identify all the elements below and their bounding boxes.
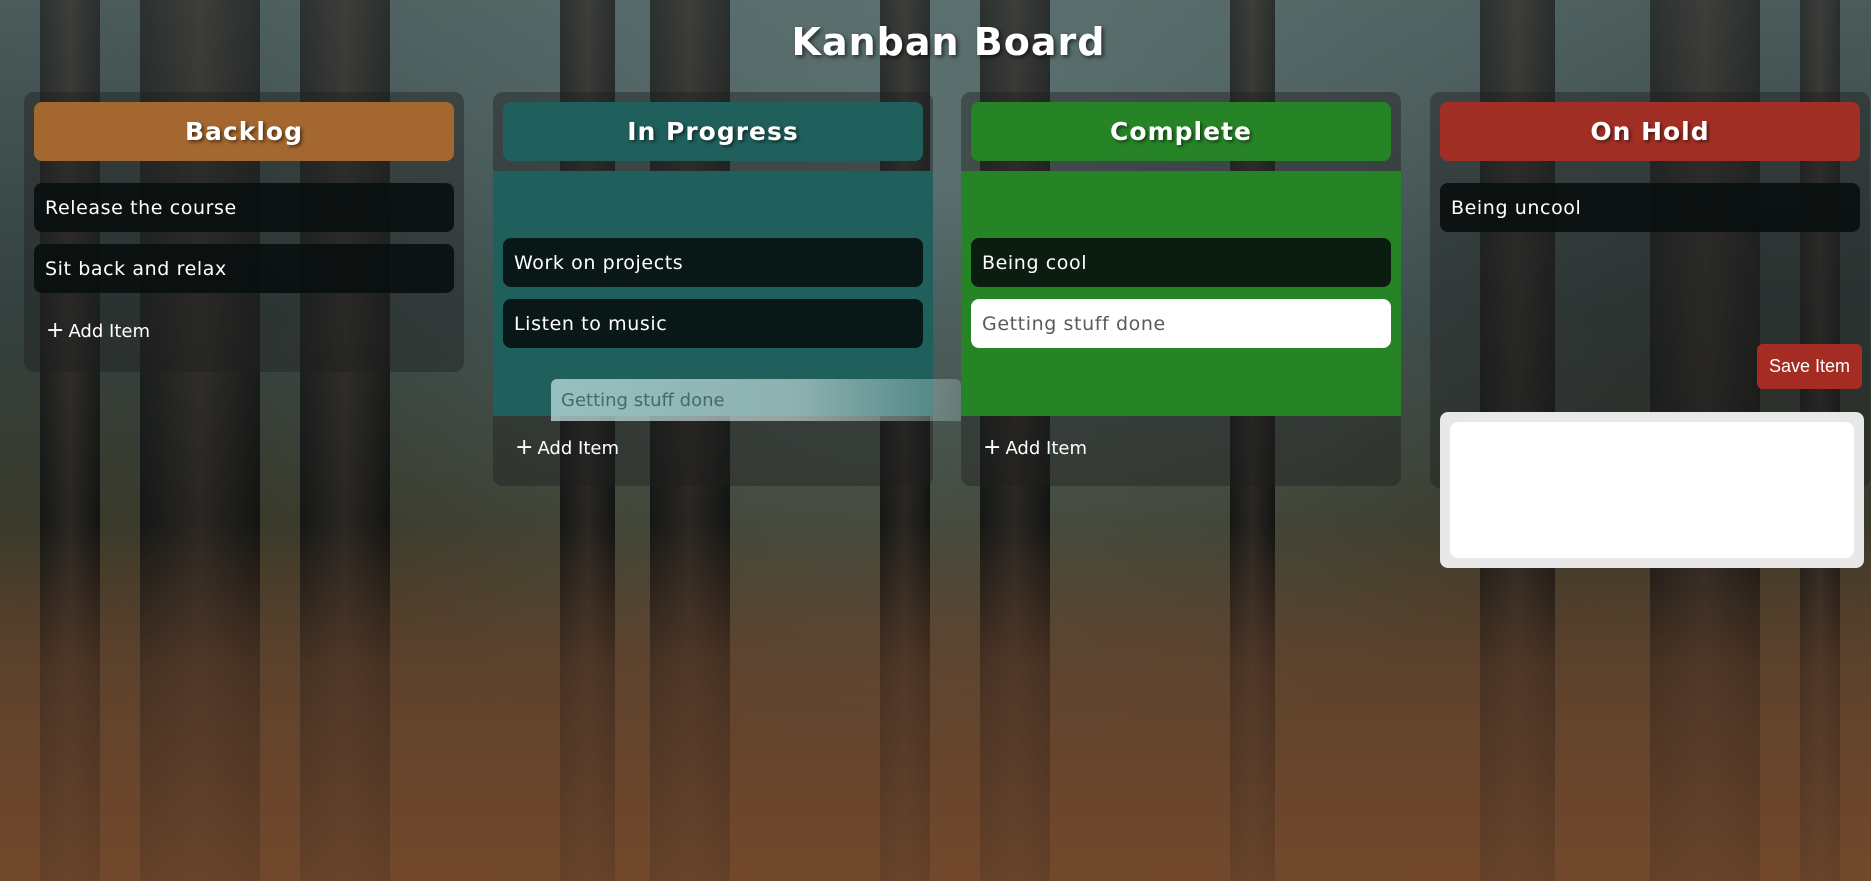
list-item[interactable]: Being uncool bbox=[1440, 183, 1860, 232]
plus-icon: + bbox=[983, 435, 1002, 460]
plus-icon: + bbox=[515, 435, 534, 460]
column-list-on-hold: Being uncool bbox=[1430, 171, 1870, 232]
list-item[interactable]: Sit back and relax bbox=[34, 244, 454, 293]
column-list-backlog: Release the course Sit back and relax + … bbox=[24, 171, 464, 351]
column-complete: Complete Being cool Getting stuff done +… bbox=[961, 92, 1401, 486]
list-item[interactable]: Release the course bbox=[34, 183, 454, 232]
add-item-container bbox=[1440, 412, 1864, 568]
column-list-complete: Being cool Getting stuff done bbox=[961, 171, 1401, 416]
column-header-on-hold: On Hold bbox=[1440, 102, 1860, 161]
column-header-complete: Complete bbox=[971, 102, 1391, 161]
add-item-button-complete[interactable]: + Add Item bbox=[961, 428, 1401, 468]
column-in-progress: In Progress Work on projects Listen to m… bbox=[493, 92, 961, 486]
list-item[interactable]: Being cool bbox=[971, 238, 1391, 287]
column-header-backlog: Backlog bbox=[34, 102, 454, 161]
add-item-textarea[interactable] bbox=[1450, 422, 1854, 558]
column-backlog: Backlog Release the course Sit back and … bbox=[24, 92, 464, 372]
add-item-label: Add Item bbox=[1005, 437, 1087, 459]
save-item-button[interactable]: Save Item bbox=[1756, 344, 1862, 389]
list-item[interactable]: Listen to music bbox=[503, 299, 923, 348]
column-header-in-progress: In Progress bbox=[503, 102, 923, 161]
kanban-app: Kanban Board Backlog Release the course … bbox=[0, 0, 1871, 881]
add-item-label: Add Item bbox=[68, 320, 150, 342]
add-item-button-in-progress[interactable]: + Add Item bbox=[493, 428, 933, 468]
dragging-card[interactable]: Getting stuff done bbox=[551, 379, 961, 421]
list-item[interactable]: Work on projects bbox=[503, 238, 923, 287]
add-item-button-backlog[interactable]: + Add Item bbox=[34, 311, 454, 351]
editable-list-item[interactable]: Getting stuff done bbox=[971, 299, 1391, 348]
add-item-label: Add Item bbox=[537, 437, 619, 459]
page-title: Kanban Board bbox=[791, 20, 1106, 64]
plus-icon: + bbox=[46, 318, 65, 343]
column-on-hold: On Hold Being uncool Save Item bbox=[1430, 92, 1870, 568]
